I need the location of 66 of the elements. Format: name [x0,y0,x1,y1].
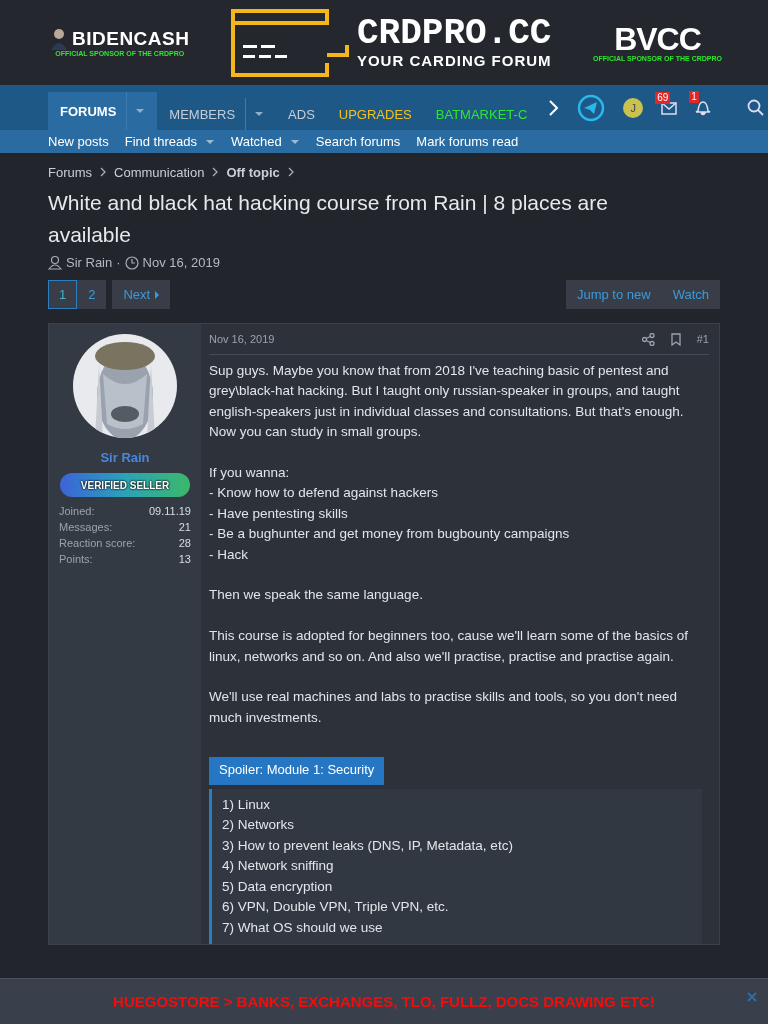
chevron-right-icon [287,167,294,177]
subnav-link[interactable]: Search forums [315,134,401,149]
chevron-right-icon [100,167,107,177]
spoiler-button[interactable]: Spoiler: Module 1: Security [209,756,385,785]
breadcrumb-link[interactable]: Off topic [226,164,280,180]
paper-plane-icon[interactable] [577,93,606,122]
spoiler-line: 3) How to prevent leaks (DNS, IP, Metadata, etc) [222,836,514,855]
alert-count: 1 [689,91,699,103]
subnav-link[interactable]: Find threads [124,134,215,149]
thread-date: Nov 16, 2019 [142,255,220,270]
spoiler-line: 5) Data encryption [222,877,334,896]
author-link[interactable]: Sir Rain [66,255,113,270]
subnav-link[interactable]: Mark forums read [416,134,519,149]
person-icon [48,255,62,270]
username-link[interactable]: Sir Rain [100,450,150,465]
stat-value: 28 [178,536,191,551]
card-logo-icon [230,8,351,77]
stat-value: 21 [178,520,191,535]
unread-count: 69 [655,91,671,104]
stat-value: 13 [178,552,191,567]
spoiler-line: 1) Linux [222,795,272,814]
stat-value: 09.11.19 [149,504,191,519]
logo-text: BVCC [614,23,701,55]
post-paragraph: This course is adopted for beginners too, cause we'll learn some of the basics of linux, networks and so on. And also we'll practise, practise and practise again. [209,627,690,666]
page-button[interactable]: 2 [77,280,107,309]
nav-tab[interactable]: ADS [276,92,327,130]
site-logo-subtitle: YOUR CARDING FORUM [356,52,552,69]
spoiler-line: 6) VPN, Double VPN, Triple VPN, etc. [222,898,450,917]
spoiler-line: 7) What OS should we use [222,918,384,937]
subnav-link[interactable]: New posts [48,134,109,149]
post-paragraph: If you wanna: - Know how to defend against hackers - Have pentesting skills - Be a bughunter and get money from bugbounty campaigns - Hack [209,464,571,564]
person-figure-icon [50,28,68,50]
page-button[interactable]: 1 [48,280,78,309]
stat-label: Messages: [59,520,113,535]
search-icon[interactable] [747,99,765,116]
nav-tab[interactable]: UPGRADES [326,92,424,130]
site-logo-title: CRDPRO.CC [357,16,552,52]
breadcrumb-link[interactable]: Forums [48,164,93,180]
nav-tab[interactable]: BATMARKET-C [423,92,540,130]
stat-label: Reaction score: [59,536,136,551]
next-button[interactable]: Next [112,280,171,309]
inbox-icon[interactable] [661,99,678,116]
post-paragraph: Then we speak the same language. [209,586,424,605]
meta-separator: · [116,255,121,270]
caret-right-icon [155,290,160,299]
breadcrumb-link[interactable]: Communication [114,164,205,180]
bell-icon[interactable] [695,99,712,116]
spoiler-line: 2) Networks [222,816,295,835]
thread-title: White and black hat hacking course from Rain | 8 places are available [48,190,609,248]
post-date: Nov 16, 2019 [209,331,275,347]
spoiler-line: 4) Network sniffing [222,857,335,876]
post-number-link[interactable]: #1 [696,328,709,350]
chevron-right-icon[interactable] [547,98,560,117]
post-paragraph: We'll use real machines and labs to practise skills and tools, so you don't need much investments. [209,688,678,727]
subnav-link[interactable]: Watched [230,134,300,149]
user-avatar[interactable]: J [623,97,644,118]
stat-label: Points: [59,552,93,567]
share-icon[interactable] [641,332,655,346]
bookmark-icon[interactable] [670,332,681,346]
post-paragraph: Sup guys. Maybe you know that from 2018 I've teaching basic of pentest and grey\black-hat hacking. But I taught only russian-speaker in groups, and taught english-speakers just in individual classes and consultations. But that's enough. Now you can study in small groups. [209,362,685,442]
stat-label: Joined: [59,504,95,519]
user-banner: VERIFIED SELLER [60,473,190,497]
chevron-right-icon [212,167,219,177]
logo-text: BIDENCASH [72,28,190,50]
clock-icon [124,255,139,270]
nav-tab[interactable]: FORUMS [48,92,158,130]
